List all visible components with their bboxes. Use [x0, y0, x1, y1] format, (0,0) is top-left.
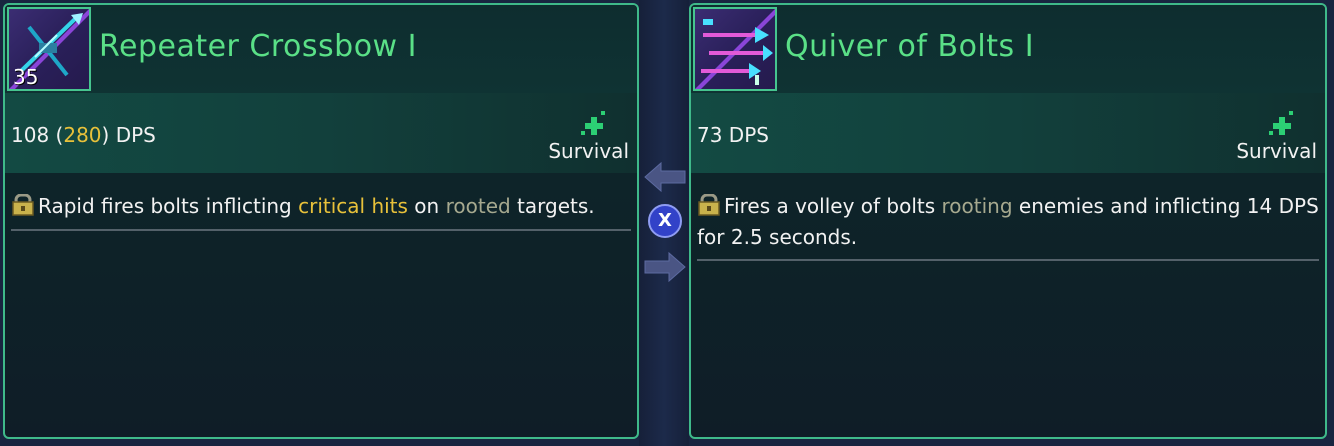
survival-cross-icon — [1269, 111, 1293, 135]
skill-title: Quiver of Bolts I — [785, 29, 1035, 64]
lock-icon — [698, 194, 720, 216]
card-header: 35 Repeater Crossbow I — [5, 5, 637, 93]
swap-button[interactable]: X — [648, 204, 682, 238]
attribute-label: Survival — [1236, 139, 1317, 163]
attribute-badge: Survival — [539, 111, 629, 171]
skill-description: Fires a volley of bolts rooting enemies … — [697, 194, 1319, 249]
stat-band: 108 (280) DPS Survival — [5, 93, 637, 173]
card-header: Quiver of Bolts I — [691, 5, 1325, 93]
lock-icon — [12, 194, 34, 216]
divider — [11, 229, 631, 231]
skill-description: Rapid fires bolts inflicting critical hi… — [11, 191, 631, 222]
crossbow-icon[interactable]: 35 — [7, 7, 91, 91]
current-skill-card: 35 Repeater Crossbow I 108 (280) DPS Sur… — [3, 3, 639, 439]
attribute-badge: Survival — [1227, 111, 1317, 171]
quiver-bolts-icon[interactable] — [693, 7, 777, 91]
stat-band: 73 DPS Survival — [691, 93, 1325, 173]
skill-level: 35 — [13, 65, 39, 89]
divider — [697, 259, 1319, 261]
skill-title: Repeater Crossbow I — [99, 29, 417, 64]
dps-value: 73 DPS — [697, 123, 769, 147]
arrow-right-icon — [644, 251, 686, 283]
dps-value: 108 (280) DPS — [11, 123, 156, 147]
crit-dps-value: 280 — [63, 123, 102, 147]
attribute-label: Survival — [548, 139, 629, 163]
arrow-left-icon — [644, 161, 686, 193]
survival-cross-icon — [581, 111, 605, 135]
new-skill-card: Quiver of Bolts I 73 DPS Survival Fires … — [689, 3, 1327, 439]
